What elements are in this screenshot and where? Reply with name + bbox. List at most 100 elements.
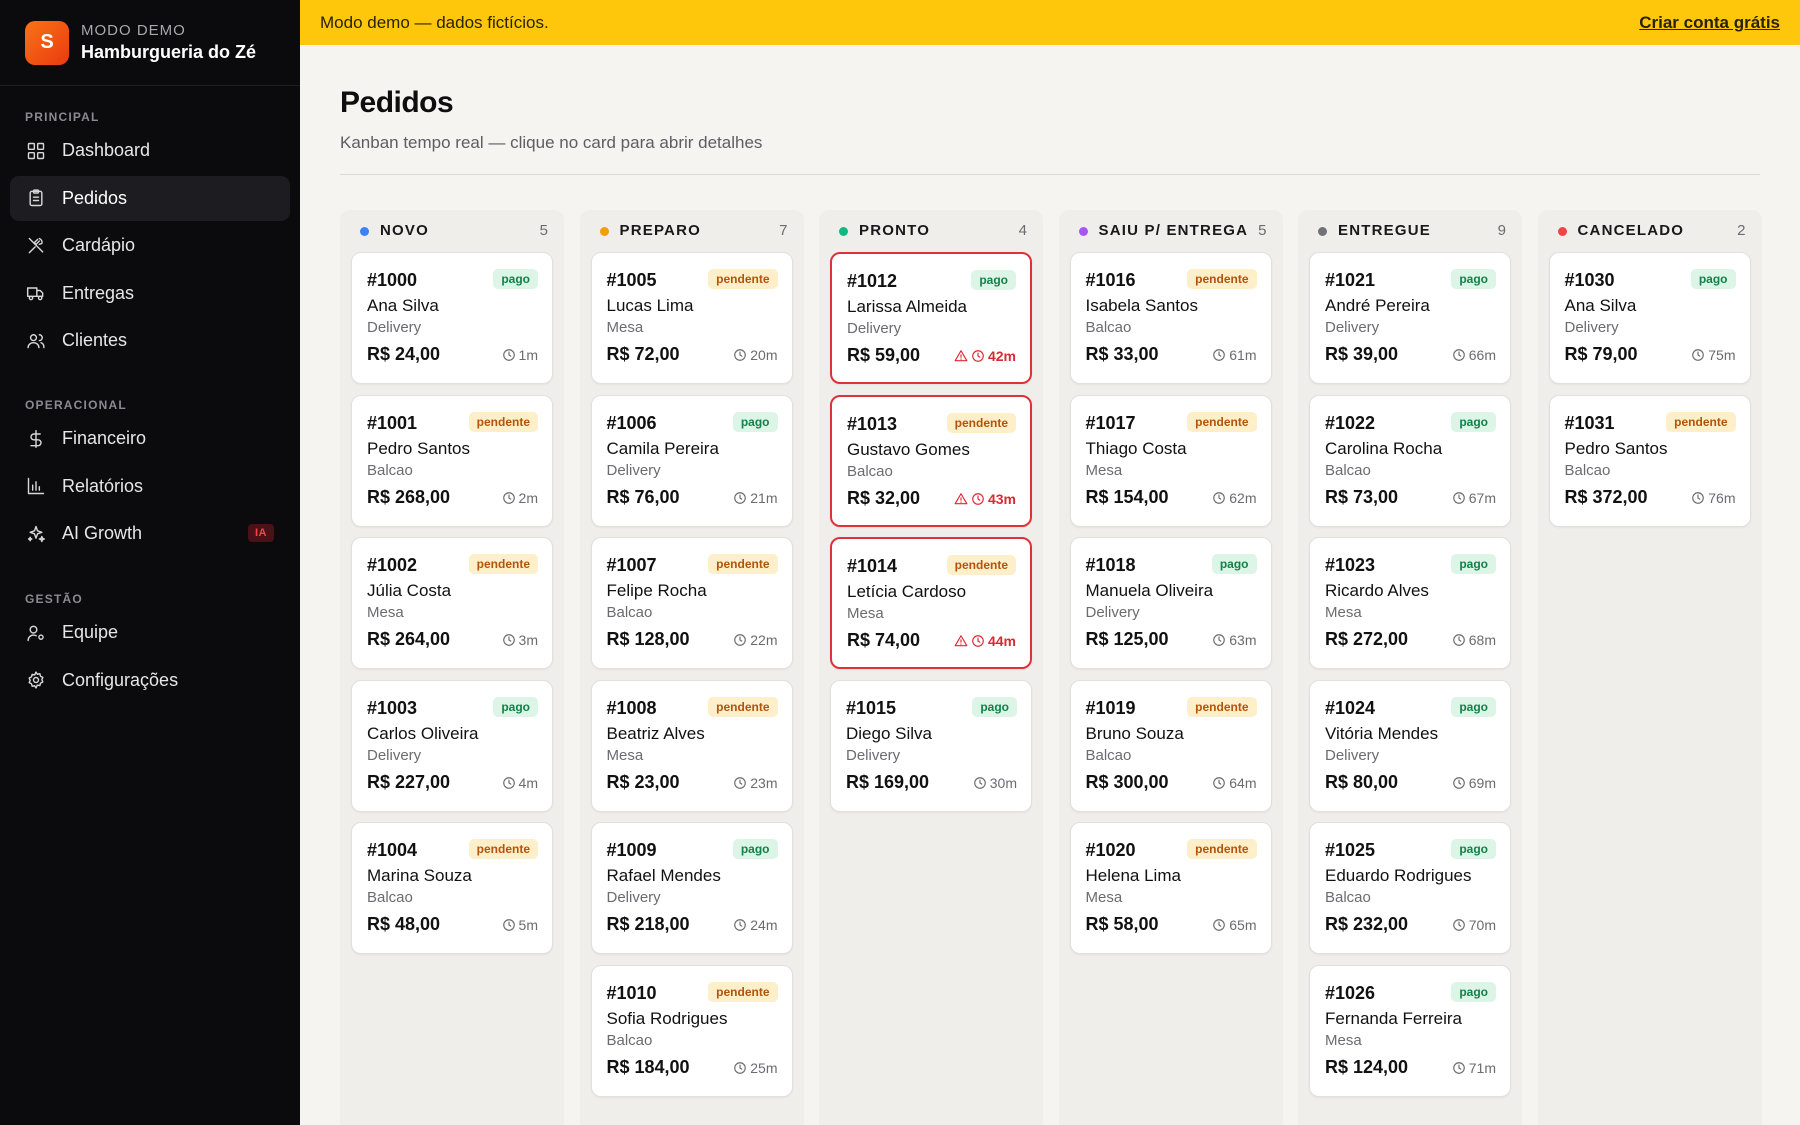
order-id: #1004	[367, 840, 418, 860]
order-card[interactable]: #1004 pendente Marina Souza Balcao R$ 48,00 5…	[351, 822, 553, 954]
status-dot	[1078, 227, 1088, 236]
truck-icon	[26, 287, 44, 301]
elapsed-time: 2m	[502, 490, 538, 506]
order-total: R$ 124,00	[1325, 1056, 1409, 1077]
sidebar-item-dashboard[interactable]: Dashboard	[10, 128, 290, 173]
sidebar-item-relat-rios[interactable]: Relatórios	[10, 464, 290, 509]
order-id: #1021	[1325, 270, 1376, 290]
customer-name: André Pereira	[1325, 296, 1430, 315]
clock-icon	[502, 776, 516, 790]
order-card[interactable]: #1013 pendente Gustavo Gomes Balcao R$ 32,00…	[830, 394, 1032, 527]
order-card[interactable]: #1005 pendente Lucas Lima Mesa R$ 72,00 20m	[590, 252, 793, 384]
page-title: Pedidos	[340, 86, 454, 119]
column-header: CANCELADO 2	[1538, 210, 1762, 252]
elapsed-time-value: 71m	[1468, 1059, 1496, 1076]
order-card[interactable]: #1020 pendente Helena Lima Mesa R$ 58,00 65m	[1069, 822, 1272, 954]
clock-icon	[1452, 1061, 1466, 1075]
order-card[interactable]: #1002 pendente Júlia Costa Mesa R$ 264,00 3m	[351, 537, 553, 669]
order-card[interactable]: #1018 pago Manuela Oliveira Delivery R$ 125,…	[1069, 537, 1272, 669]
order-id: #1002	[367, 555, 418, 575]
sidebar-item-configura-es[interactable]: Configurações	[10, 658, 290, 703]
sidebar-item-label: AI Growth	[62, 523, 143, 543]
customer-name: Ana Silva	[1564, 296, 1637, 315]
order-card[interactable]: #1026 pago Fernanda Ferreira Mesa R$ 124,00 7…	[1309, 964, 1511, 1097]
order-card[interactable]: #1030 pago Ana Silva Delivery R$ 79,00 75m	[1548, 252, 1751, 384]
order-id: #1006	[606, 412, 657, 433]
customer-name: Camila Pereira	[606, 438, 719, 458]
order-card[interactable]: #1006 pago Camila Pereira Delivery R$ 76,00 2…	[590, 394, 793, 527]
order-card[interactable]: #1031 pendente Pedro Santos Balcao R$ 372,00…	[1548, 394, 1751, 527]
payment-status-badge: pago	[1451, 981, 1496, 1002]
create-account-link[interactable]: Criar conta grátis	[1639, 13, 1780, 33]
order-card[interactable]: #1025 pago Eduardo Rodrigues Balcao R$ 232,0…	[1309, 822, 1511, 954]
order-type: Mesa	[847, 605, 884, 622]
order-card[interactable]: #1022 pago Carolina Rocha Balcao R$ 73,00 67m	[1309, 394, 1511, 527]
elapsed-time-value: 4m	[518, 774, 538, 791]
order-id: #1013	[847, 413, 898, 434]
column-title: ENTREGUE	[1338, 222, 1431, 239]
sidebar-item-clientes[interactable]: Clientes	[10, 318, 290, 363]
elapsed-time: 3m	[502, 632, 538, 648]
order-type: Balcao	[1085, 746, 1132, 764]
kanban-column-cancelado: CANCELADO 2 #1030 pago Ana Silva Delivery R$ 7…	[1537, 210, 1762, 1125]
kanban-column-novo: NOVO 5 #1000 pago Ana Silva Delivery R$ 24,00 1…	[340, 210, 564, 1125]
order-card[interactable]: #1017 pendente Thiago Costa Mesa R$ 154,00 62…	[1069, 394, 1272, 527]
sidebar-item-card-pio[interactable]: Cardápio	[10, 223, 290, 268]
order-id: #1015	[846, 697, 897, 718]
order-type: Delivery	[1085, 604, 1140, 621]
column-header: PREPARO 7	[580, 210, 804, 252]
order-card[interactable]: #1003 pago Carlos Oliveira Delivery R$ 227,0…	[351, 679, 553, 812]
elapsed-time-value: 30m	[989, 774, 1017, 791]
order-type: Mesa	[606, 746, 644, 764]
clock-icon	[502, 633, 516, 647]
order-card[interactable]: #1010 pendente Sofia Rodrigues Balcao R$ 184…	[590, 964, 793, 1097]
sidebar-item-pedidos[interactable]: Pedidos	[10, 175, 290, 221]
payment-status-badge: pago	[1211, 554, 1257, 574]
order-card[interactable]: #1001 pendente Pedro Santos Balcao R$ 268,00…	[351, 394, 553, 527]
sidebar-item-financeiro[interactable]: Financeiro	[10, 416, 290, 461]
elapsed-time-value: 42m	[987, 348, 1016, 364]
order-card[interactable]: #1019 pendente Bruno Souza Balcao R$ 300,00 6…	[1069, 679, 1272, 812]
status-dot	[1318, 227, 1327, 236]
clock-icon	[502, 491, 516, 505]
clock-icon	[1452, 348, 1466, 362]
elapsed-time: 62m	[1212, 490, 1257, 506]
header-divider	[340, 174, 1760, 175]
order-card[interactable]: #1009 pago Rafael Mendes Delivery R$ 218,00 2…	[590, 822, 793, 954]
order-card[interactable]: #1014 pendente Letícia Cardoso Mesa R$ 74,00…	[830, 537, 1032, 669]
order-id: #1024	[1325, 697, 1376, 718]
settings-icon	[28, 671, 44, 689]
sidebar-item-equipe[interactable]: Equipe	[10, 610, 290, 655]
sidebar-item-entregas[interactable]: Entregas	[10, 271, 290, 316]
sidebar-item-label: Relatórios	[62, 475, 144, 496]
order-card[interactable]: #1023 pago Ricardo Alves Mesa R$ 272,00 68m	[1309, 537, 1511, 669]
order-card[interactable]: #1012 pago Larissa Almeida Delivery R$ 59,00…	[830, 252, 1032, 384]
order-id: #1030	[1564, 270, 1615, 290]
clock-icon	[1212, 633, 1226, 647]
payment-status-badge: pendente	[1187, 839, 1257, 859]
sidebar-item-ai-growth[interactable]: AI Growth IA	[10, 511, 290, 556]
order-id: #1022	[1325, 412, 1376, 433]
order-card[interactable]: #1024 pago Vitória Mendes Delivery R$ 80,00 6…	[1309, 679, 1511, 812]
payment-status-badge: pendente	[468, 554, 538, 574]
user-cog-icon	[27, 625, 44, 641]
brand-header[interactable]: S MODO DEMO Hamburgueria do Zé	[0, 0, 300, 86]
order-card[interactable]: #1008 pendente Beatriz Alves Mesa R$ 23,00 23…	[590, 679, 793, 812]
customer-name: Rafael Mendes	[606, 866, 721, 885]
order-total: R$ 232,00	[1325, 914, 1409, 934]
kanban-column-saiu: SAIU P/ ENTREGA 5 #1016 pendente Isabela San…	[1058, 210, 1283, 1125]
order-card[interactable]: #1016 pendente Isabela Santos Balcao R$ 33,0…	[1069, 252, 1272, 384]
order-card[interactable]: #1007 pendente Felipe Rocha Balcao R$ 128,00…	[590, 537, 793, 669]
order-card[interactable]: #1015 pago Diego Silva Delivery R$ 169,00 30m	[830, 679, 1032, 812]
order-id: #1008	[606, 697, 657, 718]
column-count: 4	[1018, 222, 1027, 239]
demo-banner-text: Modo demo — dados fictícios.	[320, 12, 549, 32]
order-total: R$ 39,00	[1325, 344, 1399, 364]
payment-status-badge: pago	[971, 270, 1016, 290]
order-card[interactable]: #1021 pago André Pereira Delivery R$ 39,00 66…	[1309, 252, 1511, 384]
order-card[interactable]: #1000 pago Ana Silva Delivery R$ 24,00 1m	[351, 252, 553, 384]
payment-status-badge: pendente	[946, 555, 1016, 575]
order-total: R$ 300,00	[1085, 771, 1169, 792]
order-id: #1025	[1325, 840, 1376, 860]
clock-icon	[1212, 918, 1226, 932]
